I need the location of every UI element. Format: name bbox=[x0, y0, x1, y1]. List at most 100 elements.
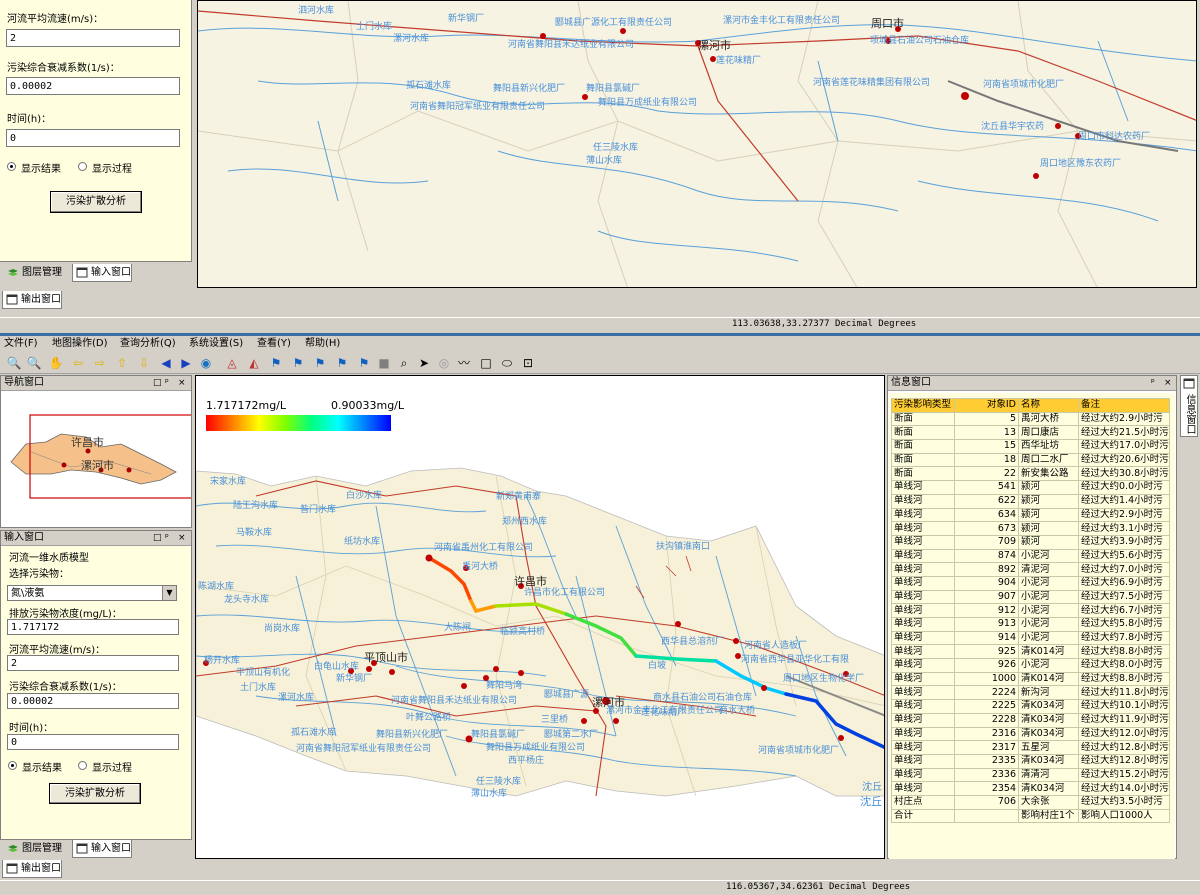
pollutant-select[interactable]: 氮\液氨 ▼ bbox=[7, 585, 177, 601]
time-input[interactable]: 0 bbox=[7, 734, 179, 750]
conc-input[interactable]: 1.717172 bbox=[7, 619, 179, 635]
table-row[interactable]: 单线河 634 颍河 经过大约2.9小时污 bbox=[891, 507, 1170, 523]
table-row[interactable]: 单线河 925 清K014河 经过大约8.8小时污 bbox=[891, 644, 1170, 660]
find-icon[interactable]: ⌕ bbox=[396, 355, 412, 371]
top-analyze-button[interactable]: 污染扩散分析 bbox=[50, 191, 142, 213]
top-radio-process[interactable] bbox=[78, 162, 87, 171]
measure-icon[interactable]: ◬ bbox=[224, 355, 240, 371]
analyze-button[interactable]: 污染扩散分析 bbox=[49, 783, 141, 804]
table-row[interactable]: 单线河 2224 新沟河 经过大约11.8小时污 bbox=[891, 685, 1170, 701]
polyline-icon[interactable]: 〰 bbox=[456, 355, 472, 371]
chevron-down-icon[interactable]: ▼ bbox=[162, 586, 176, 600]
select-flag2-icon[interactable]: ⚑ bbox=[290, 355, 306, 371]
table-row[interactable]: 单线河 907 小泥河 经过大约7.5小时污 bbox=[891, 589, 1170, 605]
top-map[interactable]: 泗河水库 新华钢厂 土门水库 漯河水库 郾城县广源化工有限责任公司 漯河市金丰化… bbox=[197, 0, 1197, 288]
tab-layers[interactable]: 图层管理 bbox=[4, 840, 62, 858]
measure-area-icon[interactable]: ◭ bbox=[246, 355, 262, 371]
table-row[interactable]: 单线河 2335 清K034河 经过大约12.8小时污 bbox=[891, 753, 1170, 769]
table-row[interactable]: 单线河 2316 清K034河 经过大约12.0小时污 bbox=[891, 726, 1170, 742]
close-icon[interactable]: × bbox=[1164, 376, 1172, 390]
table-row[interactable]: 单线河 912 小泥河 经过大约6.7小时污 bbox=[891, 603, 1170, 618]
table-cell: 清K034河 bbox=[1018, 753, 1079, 769]
table-row[interactable]: 断面 5 禹河大桥 经过大约2.9小时污 bbox=[891, 411, 1170, 427]
select-flag4-icon[interactable]: ⚑ bbox=[334, 355, 350, 371]
menu-file[interactable]: 文件(F) bbox=[4, 337, 38, 351]
top-tab-layers[interactable]: 图层管理 bbox=[4, 264, 62, 282]
menu-view[interactable]: 查看(Y) bbox=[257, 337, 291, 351]
pin-icon[interactable]: ᵖ bbox=[165, 376, 169, 390]
table-row[interactable]: 单线河 2317 五星河 经过大约12.8小时污 bbox=[891, 740, 1170, 755]
table-row[interactable]: 单线河 874 小泥河 经过大约5.6小时污 bbox=[891, 548, 1170, 564]
minimize-icon[interactable]: □ bbox=[153, 376, 162, 390]
table-row[interactable]: 单线河 2336 清清河 经过大约15.2小时污 bbox=[891, 767, 1170, 783]
main-map[interactable]: 1.717172mg/L 0.90033mg/L 宋家水库 陆王沟水库 昝门水库… bbox=[195, 375, 885, 859]
top-time-input[interactable]: 0 bbox=[6, 129, 180, 147]
table-row[interactable]: 村庄点 706 大余张 经过大约3.5小时污 bbox=[891, 794, 1170, 810]
table-row[interactable]: 合计 影响村庄1个 影响人口1000人 bbox=[891, 808, 1170, 824]
menu-map-ops[interactable]: 地图操作(D) bbox=[52, 337, 108, 351]
zoom-out-icon[interactable]: 🔍 bbox=[26, 355, 42, 371]
decay-input[interactable]: 0.00002 bbox=[7, 693, 179, 709]
ellipse-icon[interactable]: ⬭ bbox=[499, 355, 515, 371]
target-icon[interactable]: ◎ bbox=[436, 355, 452, 371]
close-icon[interactable]: × bbox=[178, 531, 186, 545]
info-side-tab[interactable]: 信息窗口 bbox=[1180, 375, 1198, 437]
radio-show-result[interactable] bbox=[8, 761, 17, 770]
table-row[interactable]: 单线河 541 颍河 经过大约0.0小时污 bbox=[891, 480, 1170, 495]
top-decay-input[interactable]: 0.00002 bbox=[6, 77, 180, 95]
back-icon[interactable]: ◀ bbox=[158, 355, 174, 371]
table-row[interactable]: 单线河 673 颍河 经过大约3.1小时污 bbox=[891, 521, 1170, 536]
table-row[interactable]: 单线河 892 清泥河 经过大约7.0小时污 bbox=[891, 562, 1170, 577]
table-row[interactable]: 断面 18 周口二水厂 经过大约20.6小时污 bbox=[891, 452, 1170, 468]
pin-icon[interactable]: ᵖ bbox=[165, 531, 169, 545]
legend-min-label: 0.90033mg/L bbox=[331, 399, 405, 412]
globe-icon[interactable]: ◉ bbox=[198, 355, 214, 371]
arrow-down-icon[interactable]: ⇩ bbox=[136, 355, 152, 371]
top-output-tab[interactable]: 输出窗口 bbox=[2, 291, 62, 309]
table-row[interactable]: 单线河 709 颍河 经过大约3.9小时污 bbox=[891, 534, 1170, 550]
arrow-up-icon[interactable]: ⇧ bbox=[114, 355, 130, 371]
table-row[interactable]: 单线河 622 颍河 经过大约1.4小时污 bbox=[891, 493, 1170, 509]
minimize-icon[interactable]: □ bbox=[153, 531, 162, 545]
menu-query[interactable]: 查询分析(Q) bbox=[120, 337, 176, 351]
table-row[interactable]: 单线河 914 小泥河 经过大约7.8小时污 bbox=[891, 630, 1170, 646]
table-row[interactable]: 单线河 2228 清K034河 经过大约11.9小时污 bbox=[891, 712, 1170, 728]
polygon-icon[interactable]: ⊡ bbox=[520, 355, 536, 371]
table-row[interactable]: 断面 13 周口康店 经过大约21.5小时污 bbox=[891, 425, 1170, 441]
select-flag3-icon[interactable]: ⚑ bbox=[312, 355, 328, 371]
table-row[interactable]: 单线河 913 小泥河 经过大约5.8小时污 bbox=[891, 617, 1170, 632]
stop-icon[interactable]: ■ bbox=[376, 355, 392, 371]
table-cell: 清K034河 bbox=[1018, 781, 1079, 796]
menu-help[interactable]: 帮助(H) bbox=[305, 337, 340, 351]
menu-settings[interactable]: 系统设置(S) bbox=[189, 337, 243, 351]
top-flow-input[interactable]: 2 bbox=[6, 29, 180, 47]
output-tab[interactable]: 输出窗口 bbox=[2, 860, 62, 878]
table-row[interactable]: 断面 15 西华址坊 经过大约17.0小时污 bbox=[891, 439, 1170, 454]
table-row[interactable]: 单线河 2354 清K034河 经过大约14.0小时污 bbox=[891, 781, 1170, 796]
table-row[interactable]: 单线河 1000 清K014河 经过大约8.8小时污 bbox=[891, 671, 1170, 687]
select-flag5-icon[interactable]: ⚑ bbox=[356, 355, 372, 371]
main-map-label: 土门水库 bbox=[240, 683, 277, 693]
arrow-left-icon[interactable]: ⇦ bbox=[70, 355, 86, 371]
close-icon[interactable]: × bbox=[178, 376, 186, 390]
pin-icon[interactable]: ᵖ bbox=[1151, 376, 1155, 390]
zoom-in-icon[interactable]: 🔍 bbox=[6, 355, 22, 371]
tab-input[interactable]: 输入窗口 bbox=[72, 840, 132, 858]
flow-input[interactable]: 2 bbox=[7, 655, 179, 671]
table-row[interactable]: 单线河 904 小泥河 经过大约6.9小时污 bbox=[891, 575, 1170, 591]
table-row[interactable]: 单线河 926 小泥河 经过大约8.0小时污 bbox=[891, 658, 1170, 673]
pan-hand-icon[interactable]: ✋ bbox=[48, 355, 64, 371]
main-map-label: 沈丘 bbox=[860, 795, 882, 808]
pointer-icon[interactable]: ➤ bbox=[416, 355, 432, 371]
table-row[interactable]: 断面 22 新安集公路 经过大约30.8小时污 bbox=[891, 466, 1170, 482]
forward-icon[interactable]: ▶ bbox=[178, 355, 194, 371]
select-flag-icon[interactable]: ⚑ bbox=[268, 355, 284, 371]
radio-show-process[interactable] bbox=[78, 761, 87, 770]
top-tab-input[interactable]: 输入窗口 bbox=[72, 264, 132, 282]
table-row[interactable]: 单线河 2225 清K034河 经过大约10.1小时污 bbox=[891, 699, 1170, 714]
rectangle-icon[interactable]: □ bbox=[478, 355, 494, 371]
table-cell: 对象ID bbox=[954, 398, 1019, 413]
arrow-right-icon[interactable]: ⇨ bbox=[92, 355, 108, 371]
table-cell: 经过大约15.2小时污 bbox=[1078, 767, 1170, 783]
top-radio-result[interactable] bbox=[7, 162, 16, 171]
